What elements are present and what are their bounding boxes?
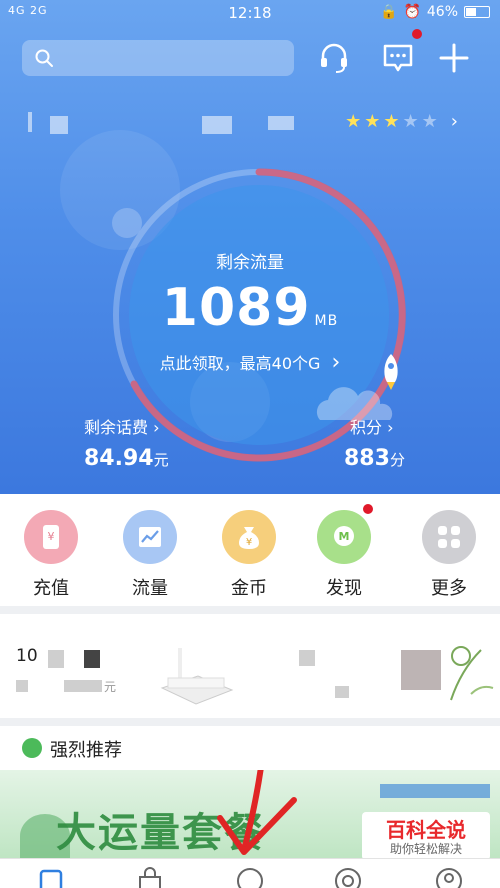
menu-flow[interactable]: 流量: [115, 510, 185, 600]
recommend-header: 强烈推荐: [0, 726, 500, 770]
points-label-text: 积分: [350, 418, 383, 437]
star-rating: ★ ★ ★ ★ ★ ›: [345, 111, 458, 132]
lock-icon: 🔒: [380, 4, 398, 20]
menu-label: 发现: [326, 578, 362, 599]
remaining-flow-value[interactable]: 1089 MB: [0, 278, 500, 338]
promo-card-right[interactable]: [251, 614, 500, 718]
more-grid-icon: [422, 510, 476, 564]
svg-text:M: M: [339, 530, 350, 543]
data-chart-icon: [123, 510, 177, 564]
promo-row: 10 元: [0, 614, 500, 718]
coin-bag-icon: ¥: [222, 510, 276, 564]
alarm-icon: ⏰: [403, 4, 421, 20]
watermark: 百科全说 助你轻松解决: [362, 812, 490, 858]
svg-text:¥: ¥: [246, 537, 252, 548]
star-icon: ★: [383, 111, 400, 132]
watermark-title: 百科全说: [386, 818, 466, 842]
promo-banner[interactable]: 大运量套餐 百科全说 助你轻松解决: [0, 770, 500, 858]
tab-mine-icon[interactable]: [434, 865, 464, 888]
remaining-flow-label: 剩余流量: [216, 253, 284, 273]
chevron-right-icon: ›: [450, 111, 458, 132]
stars-holder: ★ ★ ★ ★ ★: [345, 111, 441, 132]
bottom-tab-bar: [0, 858, 500, 888]
search-icon: [35, 49, 53, 67]
user-info-row[interactable]: ★ ★ ★ ★ ★ ›: [24, 108, 484, 138]
recharge-icon: ¥: [24, 510, 78, 564]
promo-number: 10: [16, 646, 38, 666]
add-icon[interactable]: [436, 40, 472, 76]
tab-service-icon[interactable]: [333, 865, 363, 888]
masked-text: [299, 650, 315, 666]
points-label[interactable]: 积分 ›: [350, 414, 394, 438]
search-box[interactable]: [22, 40, 294, 76]
notification-badge: [412, 29, 422, 39]
masked-image: [401, 650, 441, 690]
discover-badge: [363, 504, 373, 514]
hero-panel: 4G 2G 12:18 🔒 ⏰ 46% ★ ★ ★ ★ ★ › 剩余流量 108…: [0, 0, 500, 494]
status-right: 🔒 ⏰ 46%: [380, 4, 490, 20]
balance-value[interactable]: 84.94元: [84, 446, 169, 471]
masked-name: [202, 116, 232, 134]
menu-recharge[interactable]: ¥ 充值: [16, 510, 86, 600]
chevron-right-icon: ›: [387, 418, 394, 437]
star-icon: ★: [364, 111, 381, 132]
points-unit: 分: [389, 451, 405, 469]
star-icon: ★: [402, 111, 419, 132]
masked-text: [64, 680, 102, 692]
status-bar: 4G 2G 12:18 🔒 ⏰ 46%: [0, 0, 500, 26]
balance-number: 84.94: [84, 446, 154, 471]
red-arrow-annotation: [217, 770, 297, 855]
masked-text: [48, 650, 64, 668]
promo-unit: 元: [104, 680, 117, 694]
battery-percent: 46%: [426, 4, 458, 20]
watermark-subtitle: 助你轻松解决: [389, 842, 462, 856]
thumbs-up-icon: [22, 738, 42, 758]
menu-coin[interactable]: ¥ 金币: [214, 510, 284, 600]
masked-text: [84, 650, 100, 668]
battery-icon: [464, 6, 490, 18]
balance-label[interactable]: 剩余话费 ›: [84, 414, 160, 438]
battery-fill: [466, 8, 476, 16]
plant-image: [450, 646, 494, 701]
message-icon[interactable]: [380, 40, 416, 76]
masked-name: [50, 116, 68, 134]
customer-service-icon[interactable]: [316, 40, 352, 76]
star-icon: ★: [421, 111, 438, 132]
claim-flow-link[interactable]: 点此领取，最高40个G ›: [0, 350, 500, 375]
points-value[interactable]: 883分: [344, 446, 405, 471]
flow-unit: MB: [314, 313, 339, 329]
menu-discover[interactable]: M 发现: [309, 504, 379, 600]
masked-name: [268, 116, 294, 130]
banner-decoration: [380, 784, 490, 798]
balance-label-text: 剩余话费: [84, 418, 149, 437]
flow-number: 1089: [161, 278, 311, 338]
menu-label: 金币: [231, 578, 267, 599]
menu-more[interactable]: 更多: [414, 510, 484, 600]
menu-label: 充值: [33, 578, 69, 599]
menu-label: 更多: [431, 578, 467, 599]
svg-text:¥: ¥: [48, 530, 55, 543]
router-image: [160, 648, 234, 705]
chevron-right-icon: ›: [153, 418, 160, 437]
promo-card-left[interactable]: 10 元: [0, 614, 249, 718]
tab-home-icon[interactable]: [36, 865, 66, 888]
masked-text: [16, 680, 28, 692]
recommend-title: 强烈推荐: [50, 740, 122, 761]
menu-label: 流量: [132, 578, 168, 599]
tab-shop-icon[interactable]: [135, 865, 165, 888]
star-icon: ★: [345, 111, 362, 132]
discover-icon: M: [317, 510, 371, 564]
search-input[interactable]: [60, 40, 286, 76]
chevron-right-icon: ›: [331, 350, 341, 375]
claim-text: 点此领取，最高40个G: [159, 354, 321, 373]
masked-text: [335, 686, 349, 698]
tab-discover-icon[interactable]: [235, 865, 265, 888]
masked-name: [28, 112, 32, 132]
points-number: 883: [344, 446, 390, 471]
balance-unit: 元: [153, 451, 169, 469]
quick-menu: ¥ 充值 流量 ¥ 金币 M 发现 更多: [0, 494, 500, 606]
